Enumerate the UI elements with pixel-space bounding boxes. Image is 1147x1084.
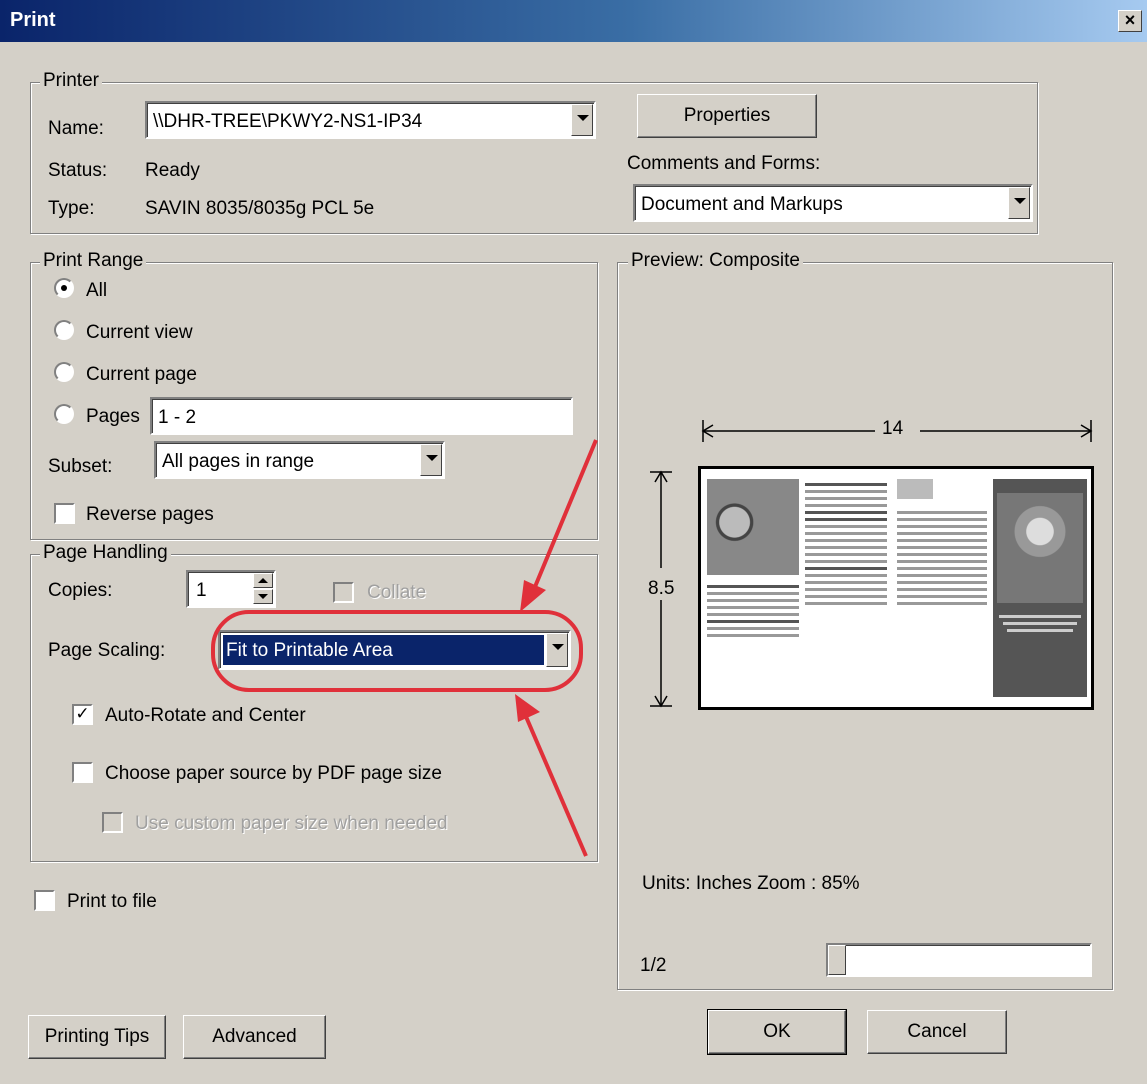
ok-button[interactable]: OK bbox=[707, 1009, 847, 1055]
page-indicator: 1/2 bbox=[640, 955, 667, 976]
chevron-down-icon[interactable] bbox=[253, 589, 273, 604]
comments-forms-value: Document and Markups bbox=[641, 194, 843, 215]
preview-cover-column bbox=[993, 479, 1087, 697]
preview-photo-column bbox=[707, 479, 799, 697]
type-label: Type: bbox=[48, 198, 95, 219]
page-handling-group-label: Page Handling bbox=[40, 542, 171, 564]
status-label: Status: bbox=[48, 160, 108, 181]
printing-tips-button[interactable]: Printing Tips bbox=[28, 1015, 166, 1059]
comments-forms-label: Comments and Forms: bbox=[627, 153, 821, 174]
print-range-group-label: Print Range bbox=[40, 250, 147, 272]
properties-button[interactable]: Properties bbox=[637, 94, 817, 138]
preview-group-label: Preview: Composite bbox=[628, 250, 803, 272]
reverse-pages-checkbox[interactable] bbox=[54, 503, 75, 524]
chevron-up-icon[interactable] bbox=[253, 573, 273, 588]
units-zoom-text: Units: Inches Zoom : 85% bbox=[642, 873, 860, 894]
page-scaling-select[interactable]: Fit to Printable Area bbox=[218, 630, 571, 670]
advanced-label: Advanced bbox=[212, 1026, 297, 1047]
close-icon: × bbox=[1124, 10, 1136, 30]
preview-width-label: 14 bbox=[882, 418, 904, 439]
reverse-pages-label: Reverse pages bbox=[86, 504, 214, 525]
name-label: Name: bbox=[48, 118, 104, 139]
window-title: Print bbox=[10, 9, 56, 31]
radio-current-view-label: Current view bbox=[86, 322, 193, 343]
advanced-button[interactable]: Advanced bbox=[183, 1015, 326, 1059]
subset-select[interactable]: All pages in range bbox=[154, 441, 445, 479]
title-bar: Print bbox=[0, 0, 1147, 42]
type-value: SAVIN 8035/8035g PCL 5e bbox=[145, 198, 375, 219]
printer-name-value: \\DHR-TREE\PKWY2-NS1-IP34 bbox=[153, 111, 423, 132]
cancel-label: Cancel bbox=[907, 1021, 967, 1042]
preview-text-column-2 bbox=[897, 479, 987, 697]
page-scaling-value: Fit to Printable Area bbox=[226, 640, 393, 661]
chevron-down-icon[interactable] bbox=[546, 633, 568, 667]
copies-stepper[interactable]: 1 bbox=[186, 570, 276, 608]
chevron-down-icon[interactable] bbox=[1008, 187, 1030, 219]
radio-current-view[interactable] bbox=[54, 320, 74, 340]
page-scaling-label: Page Scaling: bbox=[48, 640, 166, 661]
print-to-file-label: Print to file bbox=[67, 891, 157, 912]
copies-label: Copies: bbox=[48, 580, 113, 601]
close-button[interactable]: × bbox=[1118, 10, 1142, 32]
ok-label: OK bbox=[763, 1021, 791, 1042]
copies-value: 1 bbox=[196, 580, 207, 601]
chevron-down-icon[interactable] bbox=[420, 444, 442, 476]
auto-rotate-label: Auto-Rotate and Center bbox=[105, 705, 306, 726]
custom-paper-checkbox[interactable] bbox=[102, 812, 123, 833]
print-to-file-checkbox[interactable] bbox=[34, 890, 55, 911]
custom-paper-label: Use custom paper size when needed bbox=[135, 813, 448, 834]
cancel-button[interactable]: Cancel bbox=[867, 1010, 1007, 1054]
subset-label: Subset: bbox=[48, 456, 113, 477]
preview-photo bbox=[707, 479, 799, 575]
pages-input-value: 1 - 2 bbox=[158, 407, 197, 428]
radio-pages-label: Pages bbox=[86, 406, 140, 427]
status-value: Ready bbox=[145, 160, 200, 181]
printer-group-label: Printer bbox=[40, 70, 102, 92]
subset-value: All pages in range bbox=[162, 451, 315, 472]
properties-button-label: Properties bbox=[683, 105, 771, 126]
radio-all-label: All bbox=[86, 280, 108, 301]
paper-source-label: Choose paper source by PDF page size bbox=[105, 763, 442, 784]
pages-input[interactable]: 1 - 2 bbox=[150, 397, 573, 435]
preview-text-column-1 bbox=[805, 479, 887, 697]
printer-name-select[interactable]: \\DHR-TREE\PKWY2-NS1-IP34 bbox=[145, 101, 596, 139]
collate-label: Collate bbox=[367, 582, 427, 603]
chevron-down-icon[interactable] bbox=[571, 104, 593, 136]
radio-current-page-label: Current page bbox=[86, 364, 197, 385]
collate-checkbox[interactable] bbox=[333, 582, 354, 603]
preview-page-thumbnail bbox=[698, 466, 1094, 710]
page-slider[interactable] bbox=[826, 943, 1092, 977]
preview-height-label: 8.5 bbox=[648, 578, 675, 599]
printing-tips-label: Printing Tips bbox=[44, 1026, 150, 1047]
radio-pages[interactable] bbox=[54, 404, 74, 424]
radio-current-page[interactable] bbox=[54, 362, 74, 382]
paper-source-checkbox[interactable] bbox=[72, 762, 93, 783]
radio-all[interactable] bbox=[54, 278, 74, 298]
preview-cover-photo bbox=[997, 493, 1083, 603]
comments-forms-select[interactable]: Document and Markups bbox=[633, 184, 1033, 222]
page-slider-thumb[interactable] bbox=[828, 945, 846, 975]
auto-rotate-checkbox[interactable]: ✓ bbox=[72, 704, 93, 725]
